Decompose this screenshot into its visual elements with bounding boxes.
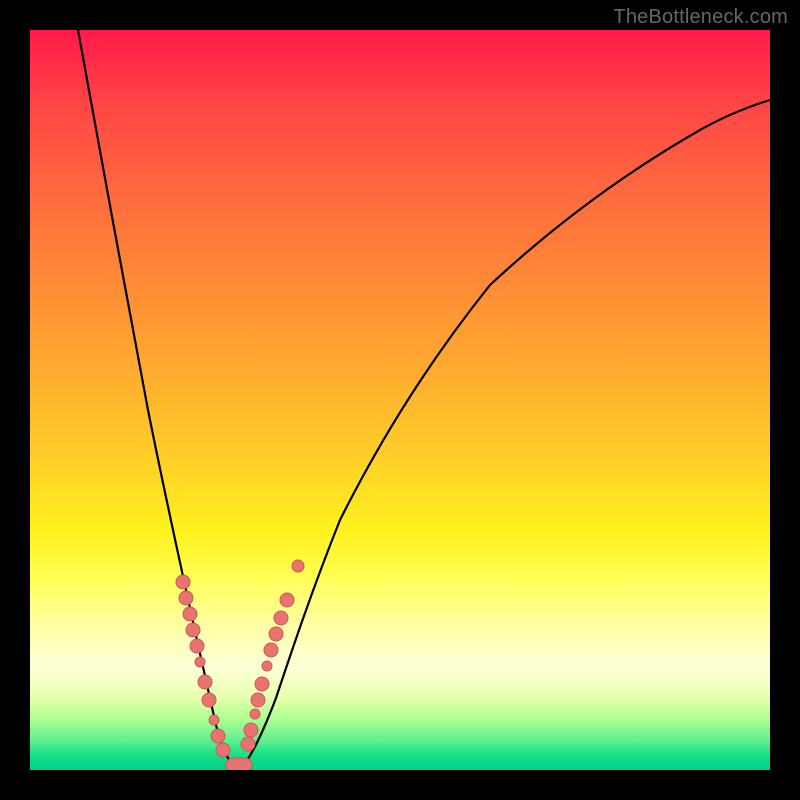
marker-dot [241, 737, 255, 751]
watermark-text: TheBottleneck.com [613, 6, 788, 29]
marker-dot [195, 657, 205, 667]
curve-right-branch [242, 100, 770, 767]
marker-dot [264, 643, 278, 657]
marker-dot [262, 661, 272, 671]
marker-dot [244, 723, 258, 737]
curve-left-branch [78, 30, 234, 767]
marker-dot [209, 715, 219, 725]
chart-frame [30, 30, 770, 770]
marker-dot [292, 560, 304, 572]
marker-dot [251, 693, 265, 707]
marker-dot [255, 677, 269, 691]
marker-dot [190, 639, 204, 653]
marker-dot [250, 709, 260, 719]
marker-bottom-pill [226, 758, 252, 770]
marker-dot [280, 593, 294, 607]
marker-dot [269, 627, 283, 641]
bottleneck-curve-plot [30, 30, 770, 770]
marker-dot [211, 729, 225, 743]
marker-dot [274, 611, 288, 625]
marker-dot [216, 743, 230, 757]
marker-dot [186, 623, 200, 637]
marker-dot [179, 591, 193, 605]
marker-dot [198, 675, 212, 689]
marker-dot [183, 607, 197, 621]
marker-dot [176, 575, 190, 589]
marker-dot [202, 693, 216, 707]
